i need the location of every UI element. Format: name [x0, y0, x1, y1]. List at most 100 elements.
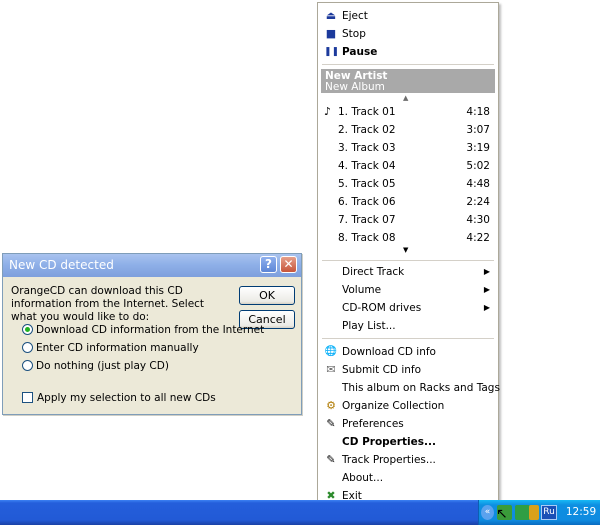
- menu-item-label: Eject: [342, 10, 368, 22]
- album-header: New Artist New Album: [321, 69, 495, 93]
- apply-all-checkbox[interactable]: [22, 392, 33, 403]
- menu-item-about[interactable]: About...: [318, 469, 498, 487]
- mouse-cursor-icon: ↖: [496, 506, 508, 522]
- apply-all-label: Apply my selection to all new CDs: [37, 392, 216, 404]
- option-manual[interactable]: Enter CD information manually: [22, 342, 199, 356]
- track-item-8[interactable]: 8. Track 08 4:22: [318, 229, 498, 247]
- menu-item-label: About...: [342, 472, 384, 484]
- clock[interactable]: 12:59: [563, 505, 599, 520]
- security-tray-icon[interactable]: [529, 505, 539, 520]
- track-item-7[interactable]: 7. Track 07 4:30: [318, 211, 498, 229]
- track-duration: 5:02: [466, 160, 490, 172]
- track-title: 4. Track 04: [338, 160, 396, 172]
- menu-item-label: Pause: [342, 46, 378, 58]
- track-duration: 3:19: [466, 142, 490, 154]
- menu-item-label: Stop: [342, 28, 366, 40]
- help-button[interactable]: ?: [260, 256, 277, 273]
- eject-icon: ⏏: [325, 9, 337, 22]
- menu-item-label: Direct Track: [342, 266, 405, 278]
- track-item-6[interactable]: 6. Track 06 2:24: [318, 193, 498, 211]
- track-duration: 4:18: [466, 106, 490, 118]
- network-tray-icon[interactable]: [515, 505, 530, 520]
- menu-item-cd-properties[interactable]: CD Properties...: [318, 433, 498, 451]
- tray-context-menu: ⏏ Eject ■ Stop ❚❚ Pause New Artist New A…: [317, 2, 500, 507]
- menu-item-organize-collection[interactable]: ⚙ Organize Collection: [318, 397, 498, 415]
- menu-item-cdrom-drives[interactable]: CD-ROM drives ▶: [318, 299, 498, 317]
- menu-separator: [322, 260, 494, 261]
- menu-item-label: Submit CD info: [342, 364, 422, 376]
- track-title: 6. Track 06: [338, 196, 396, 208]
- option-label: Enter CD information manually: [36, 342, 199, 354]
- preferences-icon: ✎: [326, 417, 336, 430]
- pause-icon: ❚❚: [324, 47, 340, 57]
- desktop: [0, 0, 600, 500]
- stop-icon: ■: [325, 27, 337, 40]
- scroll-down-arrow-icon[interactable]: ▼: [403, 246, 408, 254]
- scroll-up-arrow-icon[interactable]: ▲: [403, 94, 408, 102]
- submenu-arrow-icon: ▶: [483, 267, 490, 276]
- ok-button[interactable]: OK: [239, 286, 295, 305]
- album-name: New Album: [325, 81, 385, 93]
- track-title: 7. Track 07: [338, 214, 396, 226]
- menu-item-label: Track Properties...: [342, 454, 436, 466]
- menu-item-label: Organize Collection: [342, 400, 445, 412]
- close-button[interactable]: ✕: [280, 256, 297, 273]
- menu-item-volume[interactable]: Volume ▶: [318, 281, 498, 299]
- menu-item-stop[interactable]: ■ Stop: [318, 25, 498, 43]
- dialog-message: OrangeCD can download this CD informatio…: [11, 285, 205, 323]
- menu-item-direct-track[interactable]: Direct Track ▶: [318, 263, 498, 281]
- menu-item-download-cd-info[interactable]: 🌐 Download CD info: [318, 343, 498, 361]
- track-title: 8. Track 08: [338, 232, 396, 244]
- option-label: Download CD information from the Interne…: [36, 324, 265, 336]
- track-item-1[interactable]: ♪ 1. Track 01 4:18: [318, 103, 498, 121]
- taskbar: « Ru 12:59: [0, 500, 600, 525]
- language-indicator[interactable]: Ru: [541, 505, 557, 520]
- menu-item-label: Download CD info: [342, 346, 436, 358]
- menu-item-racks-and-tags[interactable]: This album on Racks and Tags: [318, 379, 500, 397]
- menu-item-label: Volume: [342, 284, 382, 296]
- menu-item-submit-cd-info[interactable]: ✉ Submit CD info: [318, 361, 498, 379]
- dialog-title: New CD detected: [9, 258, 114, 272]
- globe-icon: 🌐: [324, 346, 338, 357]
- new-cd-dialog: New CD detected ? ✕ OrangeCD can downloa…: [2, 253, 302, 415]
- track-title: 5. Track 05: [338, 178, 396, 190]
- menu-item-label: CD Properties...: [342, 436, 436, 448]
- menu-item-preferences[interactable]: ✎ Preferences: [318, 415, 498, 433]
- track-title: 1. Track 01: [338, 106, 396, 118]
- menu-item-label: Play List...: [342, 320, 396, 332]
- track-item-5[interactable]: 5. Track 05 4:48: [318, 175, 498, 193]
- menu-item-pause[interactable]: ❚❚ Pause: [318, 43, 498, 61]
- dialog-titlebar[interactable]: New CD detected ? ✕: [3, 254, 301, 277]
- apply-all-checkbox-row[interactable]: Apply my selection to all new CDs: [22, 392, 216, 406]
- menu-item-play-list[interactable]: Play List...: [318, 317, 498, 335]
- menu-item-track-properties[interactable]: ✎ Track Properties...: [318, 451, 498, 469]
- track-title: 3. Track 03: [338, 142, 396, 154]
- radio-manual[interactable]: [22, 342, 33, 353]
- track-duration: 4:22: [466, 232, 490, 244]
- menu-item-eject[interactable]: ⏏ Eject: [318, 7, 498, 25]
- track-properties-icon: ✎: [326, 453, 336, 466]
- track-duration: 2:24: [466, 196, 490, 208]
- track-item-2[interactable]: 2. Track 02 3:07: [318, 121, 498, 139]
- menu-separator: [322, 338, 494, 339]
- track-duration: 3:07: [466, 124, 490, 136]
- menu-item-label: CD-ROM drives: [342, 302, 422, 314]
- option-label: Do nothing (just play CD): [36, 360, 169, 372]
- track-duration: 4:48: [466, 178, 490, 190]
- submenu-arrow-icon: ▶: [483, 285, 490, 294]
- option-nothing[interactable]: Do nothing (just play CD): [22, 360, 169, 374]
- menu-item-label: This album on Racks and Tags: [342, 382, 500, 394]
- menu-item-label: Preferences: [342, 418, 404, 430]
- radio-download[interactable]: [22, 324, 33, 335]
- track-item-3[interactable]: 3. Track 03 3:19: [318, 139, 498, 157]
- track-duration: 4:30: [466, 214, 490, 226]
- radio-nothing[interactable]: [22, 360, 33, 371]
- track-title: 2. Track 02: [338, 124, 396, 136]
- envelope-icon: ✉: [326, 363, 336, 376]
- submenu-arrow-icon: ▶: [483, 303, 490, 312]
- menu-separator: [322, 64, 494, 65]
- option-download[interactable]: Download CD information from the Interne…: [22, 324, 264, 338]
- tray-expand-chevron-icon[interactable]: «: [481, 505, 494, 520]
- now-playing-icon: ♪: [324, 105, 332, 118]
- track-item-4[interactable]: 4. Track 04 5:02: [318, 157, 498, 175]
